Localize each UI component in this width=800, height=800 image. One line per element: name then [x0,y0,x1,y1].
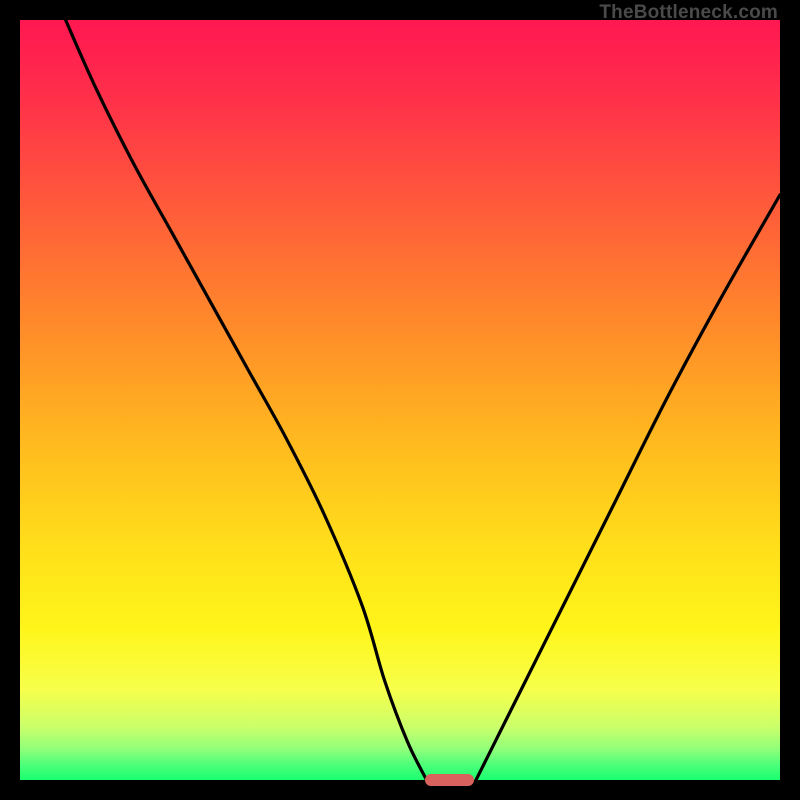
bottleneck-curve [20,20,780,780]
curve-right-branch [476,195,780,780]
attribution-text: TheBottleneck.com [599,2,778,24]
optimal-marker [425,774,474,786]
curve-left-branch [66,20,427,780]
chart-stage: TheBottleneck.com [0,0,800,800]
plot-area [20,20,780,780]
